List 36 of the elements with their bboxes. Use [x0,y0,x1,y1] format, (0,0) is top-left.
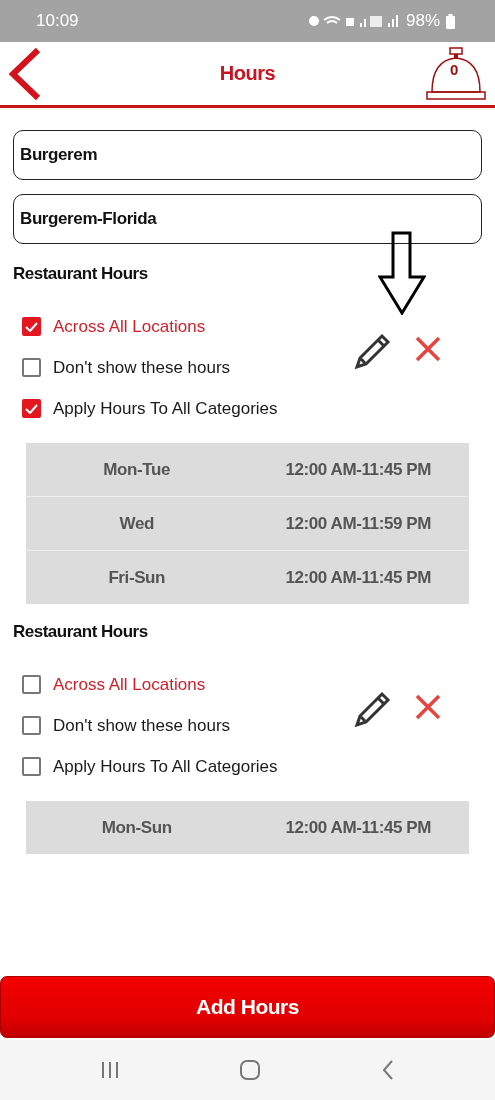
checkbox[interactable] [22,399,41,418]
hours-cell: 12:00 AM-11:59 PM [285,513,432,534]
delete-icon[interactable] [414,693,442,721]
checkbox[interactable] [22,675,41,694]
section-title: Restaurant Hours [13,264,148,284]
days-cell: Mon-Tue [103,459,171,480]
status-time: 10:09 [36,11,79,31]
recent-apps-icon[interactable] [99,1061,120,1079]
delete-icon[interactable] [414,335,442,363]
hours-cell: 12:00 AM-11:45 PM [285,567,432,588]
days-cell: Mon-Sun [101,817,172,838]
checkbox-label: Don't show these hours [53,715,231,736]
section-title: Restaurant Hours [13,622,148,642]
checkbox-label: Apply Hours To All Categories [53,756,278,777]
checkbox[interactable] [22,757,41,776]
text-field[interactable]: Burgerem-Florida [13,194,482,244]
days-cell: Fri-Sun [108,567,166,588]
signal-icon [307,14,400,28]
hours-cell: 12:00 AM-11:45 PM [285,817,432,838]
checkbox-label: Don't show these hours [53,357,231,378]
back-nav-icon[interactable] [381,1059,396,1081]
days-cell: Wed [119,513,154,534]
checkbox-label: Across All Locations [53,316,206,337]
checkbox-label: Across All Locations [53,674,206,695]
text-field[interactable]: Burgerem [13,130,482,180]
checkbox[interactable] [22,716,41,735]
page-title: Hours [219,62,276,85]
add-hours-button[interactable]: Add Hours [0,976,495,1038]
checkbox-label: Apply Hours To All Categories [53,398,278,419]
battery-icon [446,13,455,29]
back-icon[interactable] [8,46,42,101]
battery-percent: 98% [405,11,440,31]
checkbox[interactable] [22,317,41,336]
checkbox[interactable] [22,358,41,377]
home-icon[interactable] [239,1059,262,1081]
hours-cell: 12:00 AM-11:45 PM [285,459,432,480]
